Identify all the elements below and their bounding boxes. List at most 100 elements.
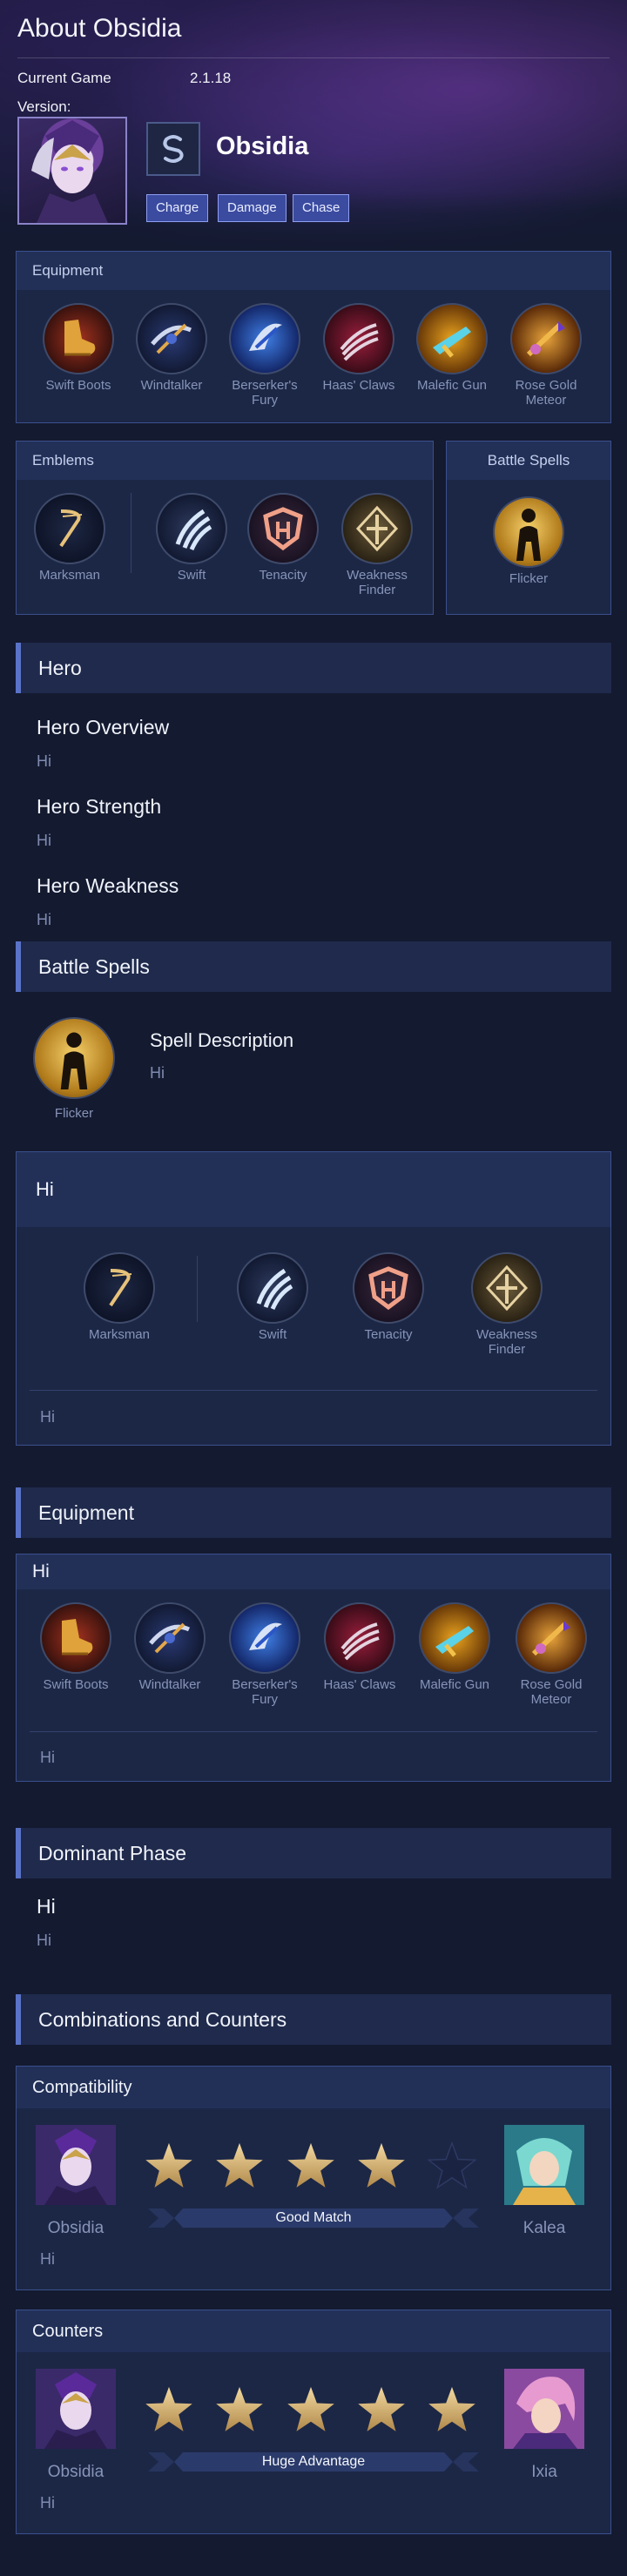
equipment-item-label: Windtalker <box>140 378 203 393</box>
hero-name: Obsidia <box>216 132 309 160</box>
hero-strength-text: Hi <box>37 832 51 849</box>
emblem-detail-item-label: Marksman <box>88 1327 150 1342</box>
star-filled-icon <box>358 2386 405 2431</box>
counters-partner-portrait[interactable] <box>504 2369 584 2449</box>
emblems-panel-title: Emblems <box>32 452 94 469</box>
equipment-item-haas-claws[interactable]: Haas' Claws <box>317 303 401 393</box>
dominant-phase-heading: Hi <box>37 1895 56 1918</box>
compatibility-match-label: Good Match <box>275 2210 352 2225</box>
emblems-panel-header: Emblems <box>17 442 433 480</box>
equipment-detail-item-berserkers-fury[interactable]: Berserker's Fury <box>223 1602 307 1707</box>
emblem-item-tenacity[interactable]: Tenacity <box>241 493 325 583</box>
equipment-detail-item-windtalker[interactable]: Windtalker <box>128 1602 212 1692</box>
star-filled-icon <box>145 2142 192 2188</box>
emblem-detail-item-tenacity[interactable]: Tenacity <box>347 1252 430 1342</box>
marksman-icon <box>34 493 105 564</box>
haas-claws-icon <box>324 1602 395 1674</box>
compatibility-header: Compatibility <box>17 2067 610 2108</box>
compatibility-title: Compatibility <box>32 2078 132 2097</box>
counters-header: Counters <box>17 2310 610 2352</box>
star-filled-icon <box>428 2386 475 2431</box>
emblem-detail-item-label: Tenacity <box>364 1327 413 1342</box>
battle-spells-panel-header: Battle Spells <box>447 442 610 480</box>
dominant-phase-text: Hi <box>37 1932 51 1949</box>
section-equipment-title: Equipment <box>38 1501 134 1524</box>
counters-match-label: Huge Advantage <box>261 2454 366 2469</box>
battle-spell-flicker[interactable]: Flicker <box>32 1017 116 1121</box>
page-title: About Obsidia <box>17 14 182 43</box>
emblem-detail-footer: Hi <box>40 1408 55 1426</box>
equipment-panel-header: Equipment <box>17 252 610 290</box>
section-combinations-title: Combinations and Counters <box>38 2008 287 2031</box>
compatibility-note: Hi <box>40 2250 55 2268</box>
windtalker-icon <box>134 1602 206 1674</box>
equipment-item-malefic-gun[interactable]: Malefic Gun <box>410 303 494 393</box>
compatibility-hero-portrait[interactable] <box>36 2125 116 2205</box>
equipment-item-berserkers-fury[interactable]: Berserker's Fury <box>223 303 307 408</box>
flicker-icon <box>33 1017 115 1099</box>
section-dominant-phase: Dominant Phase <box>16 1828 611 1878</box>
section-battle-spells-title: Battle Spells <box>38 955 150 978</box>
emblem-item-marksman[interactable]: Marksman <box>28 493 111 583</box>
section-equipment: Equipment <box>16 1487 611 1538</box>
compatibility-rating <box>139 2141 488 2196</box>
equipment-detail-item-rose-gold-meteor[interactable]: Rose Gold Meteor <box>509 1602 593 1707</box>
berserkers-fury-icon <box>229 303 300 374</box>
spell-description-text: Hi <box>150 1064 165 1082</box>
swift-boots-icon <box>43 303 114 374</box>
equipment-item-label: Berserker's Fury <box>232 378 298 408</box>
malefic-gun-icon <box>416 303 488 374</box>
equipment-detail-item-swift-boots[interactable]: Swift Boots <box>34 1602 118 1692</box>
equipment-item-label: Haas' Claws <box>322 378 395 393</box>
star-filled-icon <box>287 2386 334 2431</box>
equipment-detail-item-label: Haas' Claws <box>323 1677 396 1692</box>
emblem-detail-item-label: Swift <box>258 1327 287 1342</box>
equipment-detail-item-haas-claws[interactable]: Haas' Claws <box>318 1602 401 1692</box>
counters-hero-portrait[interactable] <box>36 2369 116 2449</box>
emblem-detail-item-swift[interactable]: Swift <box>231 1252 314 1342</box>
counters-title: Counters <box>32 2322 104 2341</box>
star-filled-icon <box>145 2386 192 2431</box>
equipment-item-windtalker[interactable]: Windtalker <box>130 303 213 393</box>
emblem-detail-item-marksman[interactable]: Marksman <box>78 1252 161 1342</box>
section-hero: Hero <box>16 643 611 693</box>
tag-chase-button[interactable]: Chase <box>293 194 350 222</box>
hero-overview-title: Hero Overview <box>37 716 170 738</box>
star-filled-icon <box>358 2142 405 2188</box>
hero-strength-title: Hero Strength <box>37 795 162 818</box>
emblem-detail-item-weakness-finder[interactable]: Weakness Finder <box>465 1252 549 1357</box>
counters-partner-name: Ixia <box>531 2463 557 2481</box>
counters-match-bar: Huge Advantage <box>148 2452 479 2471</box>
equipment-detail-item-malefic-gun[interactable]: Malefic Gun <box>413 1602 496 1692</box>
section-hero-title: Hero <box>38 657 82 679</box>
weakness-finder-icon <box>341 493 413 564</box>
section-dominant-phase-title: Dominant Phase <box>38 1842 187 1865</box>
weakness-finder-icon <box>471 1252 543 1324</box>
compatibility-hero-name: Obsidia <box>47 2219 104 2237</box>
section-combinations: Combinations and Counters <box>16 1994 611 2045</box>
swift-icon <box>156 493 227 564</box>
equipment-detail-item-label: Berserker's Fury <box>232 1677 298 1707</box>
equipment-detail-footer: Hi <box>40 1749 55 1766</box>
compatibility-partner-portrait[interactable] <box>504 2125 584 2205</box>
tag-damage-button[interactable]: Damage <box>218 194 287 222</box>
star-filled-icon <box>287 2142 334 2188</box>
spell-item-flicker[interactable]: Flicker <box>487 496 570 586</box>
hero-portrait <box>17 117 127 225</box>
malefic-gun-icon <box>419 1602 490 1674</box>
emblem-item-swift[interactable]: Swift <box>150 493 233 583</box>
windtalker-icon <box>136 303 207 374</box>
equipment-item-label: Swift Boots <box>45 378 111 393</box>
equipment-detail-header: Hi <box>17 1554 610 1589</box>
equipment-item-swift-boots[interactable]: Swift Boots <box>37 303 120 393</box>
version-value: 2.1.18 <box>190 70 232 86</box>
equipment-detail-item-label: Swift Boots <box>43 1677 109 1692</box>
star-filled-icon <box>216 2386 263 2431</box>
equipment-item-rose-gold-meteor[interactable]: Rose Gold Meteor <box>504 303 588 408</box>
flicker-icon <box>493 496 564 568</box>
emblem-item-weakness-finder[interactable]: Weakness Finder <box>335 493 419 597</box>
equipment-panel-title: Equipment <box>32 262 104 279</box>
emblem-item-label: Tenacity <box>259 568 307 583</box>
tag-charge-button[interactable]: Charge <box>146 194 209 222</box>
equipment-detail-item-label: Rose Gold Meteor <box>520 1677 583 1707</box>
